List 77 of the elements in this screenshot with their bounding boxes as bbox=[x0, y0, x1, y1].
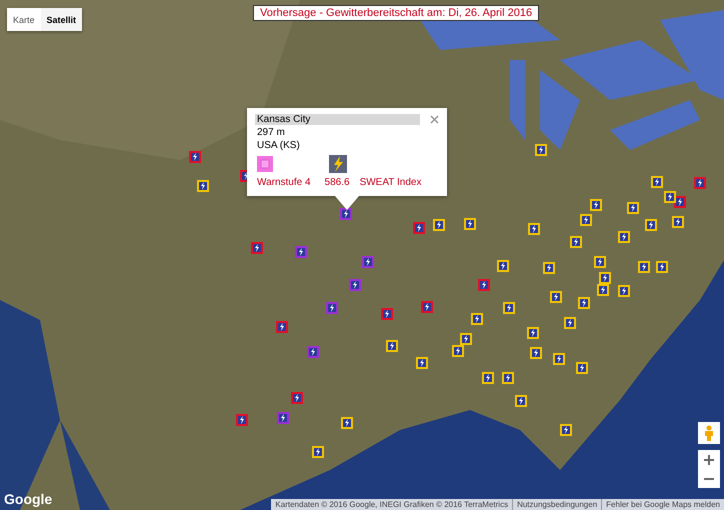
plus-icon bbox=[704, 454, 714, 464]
storm-marker[interactable] bbox=[471, 313, 483, 325]
storm-marker[interactable] bbox=[460, 333, 472, 345]
storm-marker[interactable] bbox=[553, 353, 565, 365]
storm-marker[interactable] bbox=[503, 302, 515, 314]
storm-marker[interactable] bbox=[502, 372, 514, 384]
region-text: USA (KS) bbox=[256, 139, 301, 151]
storm-marker[interactable] bbox=[341, 417, 353, 429]
storm-marker[interactable] bbox=[594, 256, 606, 268]
storm-marker[interactable] bbox=[618, 285, 630, 297]
storm-marker[interactable] bbox=[362, 256, 374, 268]
forecast-title: Vorhersage - Gewitterbereitschaft am: Di, 26. April 2016 bbox=[253, 5, 540, 21]
storm-marker[interactable] bbox=[543, 262, 555, 274]
storm-marker[interactable] bbox=[694, 177, 706, 189]
storm-marker[interactable] bbox=[570, 236, 582, 248]
map-type-button[interactable]: Karte bbox=[7, 8, 41, 31]
storm-marker[interactable] bbox=[381, 308, 393, 320]
storm-marker[interactable] bbox=[340, 208, 352, 220]
storm-marker[interactable] bbox=[277, 412, 289, 424]
storm-marker[interactable] bbox=[674, 196, 686, 208]
map-type-button[interactable]: Satellit bbox=[40, 8, 82, 31]
storm-marker[interactable] bbox=[597, 284, 609, 296]
storm-marker[interactable] bbox=[326, 302, 338, 314]
storm-marker[interactable] bbox=[564, 317, 576, 329]
storm-marker[interactable] bbox=[464, 218, 476, 230]
storm-marker[interactable] bbox=[276, 321, 288, 333]
storm-marker[interactable] bbox=[638, 261, 650, 273]
storm-marker[interactable] bbox=[651, 176, 663, 188]
storm-marker[interactable] bbox=[530, 347, 542, 359]
storm-marker[interactable] bbox=[251, 242, 263, 254]
storm-marker[interactable] bbox=[576, 362, 588, 374]
storm-marker[interactable] bbox=[645, 219, 657, 231]
storm-marker[interactable] bbox=[413, 222, 425, 234]
storm-marker[interactable] bbox=[672, 216, 684, 228]
storm-marker[interactable] bbox=[627, 202, 639, 214]
storm-marker[interactable] bbox=[433, 219, 445, 231]
elevation-text: 297 m bbox=[256, 126, 286, 138]
map-logo: Google bbox=[4, 491, 52, 507]
storm-marker[interactable] bbox=[295, 246, 307, 258]
place-name: Kansas City bbox=[255, 114, 420, 125]
storm-marker[interactable] bbox=[312, 446, 324, 458]
lightning-icon bbox=[329, 155, 347, 173]
person-icon bbox=[704, 425, 714, 441]
index-label: SWEAT Index bbox=[360, 177, 422, 188]
storm-marker[interactable] bbox=[656, 261, 668, 273]
storm-marker[interactable] bbox=[535, 144, 547, 156]
storm-marker[interactable] bbox=[421, 301, 433, 313]
storm-marker[interactable] bbox=[291, 392, 303, 404]
storm-marker[interactable] bbox=[618, 231, 630, 243]
storm-marker[interactable] bbox=[560, 424, 572, 436]
storm-marker[interactable] bbox=[578, 297, 590, 309]
storm-marker[interactable] bbox=[580, 214, 592, 226]
storm-marker[interactable] bbox=[482, 372, 494, 384]
storm-marker[interactable] bbox=[515, 395, 527, 407]
storm-marker[interactable] bbox=[590, 199, 602, 211]
storm-marker[interactable] bbox=[349, 279, 361, 291]
attribution-link[interactable]: Fehler bei Google Maps melden bbox=[601, 499, 724, 510]
storm-marker[interactable] bbox=[664, 191, 676, 203]
warning-level-text: Warnstufe 4 bbox=[257, 177, 311, 188]
close-icon[interactable] bbox=[430, 115, 439, 124]
storm-marker[interactable] bbox=[236, 414, 248, 426]
storm-marker[interactable] bbox=[528, 223, 540, 235]
storm-marker[interactable] bbox=[527, 327, 539, 339]
storm-marker[interactable] bbox=[189, 151, 201, 163]
index-value: 586.6 bbox=[324, 177, 350, 188]
storm-marker[interactable] bbox=[497, 260, 509, 272]
storm-marker[interactable] bbox=[197, 180, 209, 192]
storm-marker[interactable] bbox=[550, 291, 562, 303]
storm-marker[interactable] bbox=[416, 357, 428, 369]
storm-marker[interactable] bbox=[478, 279, 490, 291]
storm-marker[interactable] bbox=[599, 272, 611, 284]
attribution-text: Kartendaten © 2016 Google, INEGI Grafiken © 2016 TerraMetrics bbox=[274, 499, 510, 510]
storm-marker[interactable] bbox=[386, 340, 398, 352]
storm-marker[interactable] bbox=[452, 345, 464, 357]
attribution-link[interactable]: Nutzungsbedingungen bbox=[512, 499, 602, 510]
warning-level-icon bbox=[257, 156, 273, 172]
storm-marker[interactable] bbox=[307, 346, 319, 358]
